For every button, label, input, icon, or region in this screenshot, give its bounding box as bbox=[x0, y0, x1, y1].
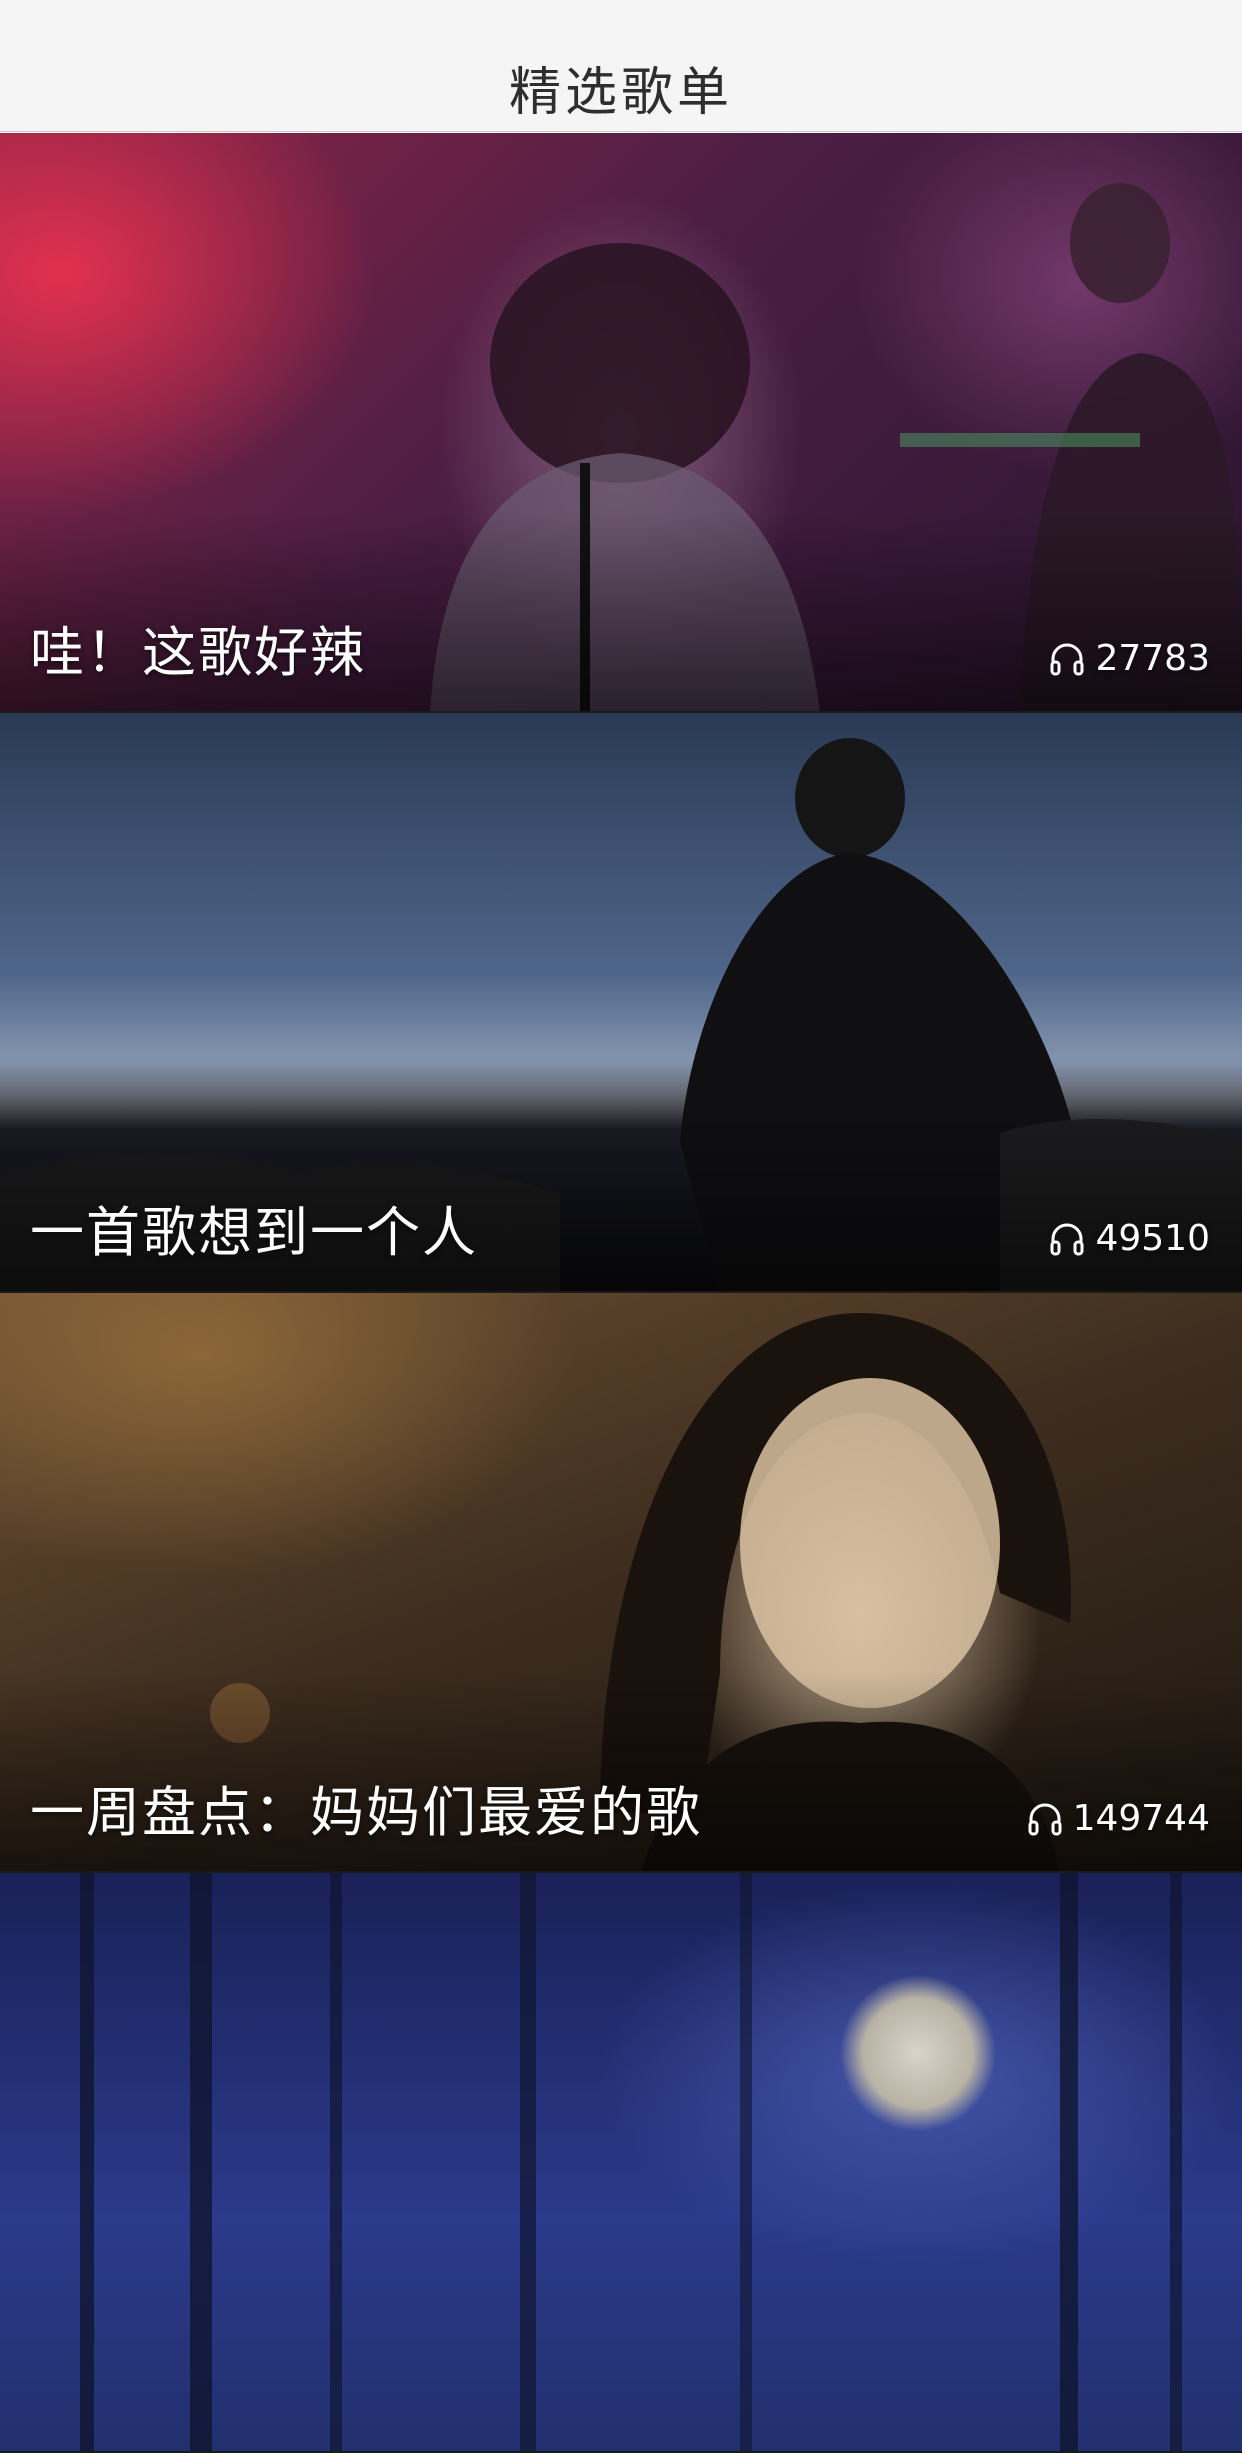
play-count-value: 49510 bbox=[1095, 1218, 1210, 1259]
playlist-card[interactable]: 哇！这歌好辣 27783 bbox=[0, 133, 1242, 713]
playlist-title: 一首歌想到一个人 bbox=[30, 1201, 478, 1264]
page-title: 精选歌单 bbox=[508, 63, 733, 123]
play-count: 27783 bbox=[1047, 638, 1210, 679]
playlist-card[interactable]: 一周盘点：妈妈们最爱的歌 149744 bbox=[0, 1293, 1242, 1873]
play-count: 49510 bbox=[1047, 1218, 1210, 1259]
cover-illustration bbox=[80, 1873, 1182, 2451]
play-count: 149744 bbox=[1025, 1798, 1210, 1839]
headphones-icon bbox=[1028, 1803, 1062, 1835]
headphones-icon bbox=[1050, 643, 1084, 675]
playlist-title: 一周盘点：妈妈们最爱的歌 bbox=[30, 1781, 702, 1844]
playlist-card[interactable] bbox=[0, 1873, 1242, 2453]
playlist-list[interactable]: 哇！这歌好辣 27783 一首歌想到一个人 49510 一周盘点：妈妈们最爱的歌… bbox=[0, 133, 1242, 2453]
play-count-value: 149744 bbox=[1072, 1798, 1210, 1839]
playlist-card[interactable]: 一首歌想到一个人 49510 bbox=[0, 713, 1242, 1293]
headphones-icon bbox=[1050, 1223, 1084, 1255]
playlist-title: 哇！这歌好辣 bbox=[30, 621, 366, 684]
nav-bar: 精选歌单 bbox=[0, 0, 1242, 132]
play-count-value: 27783 bbox=[1095, 638, 1210, 679]
playlist-cover-image bbox=[0, 1873, 1242, 2451]
